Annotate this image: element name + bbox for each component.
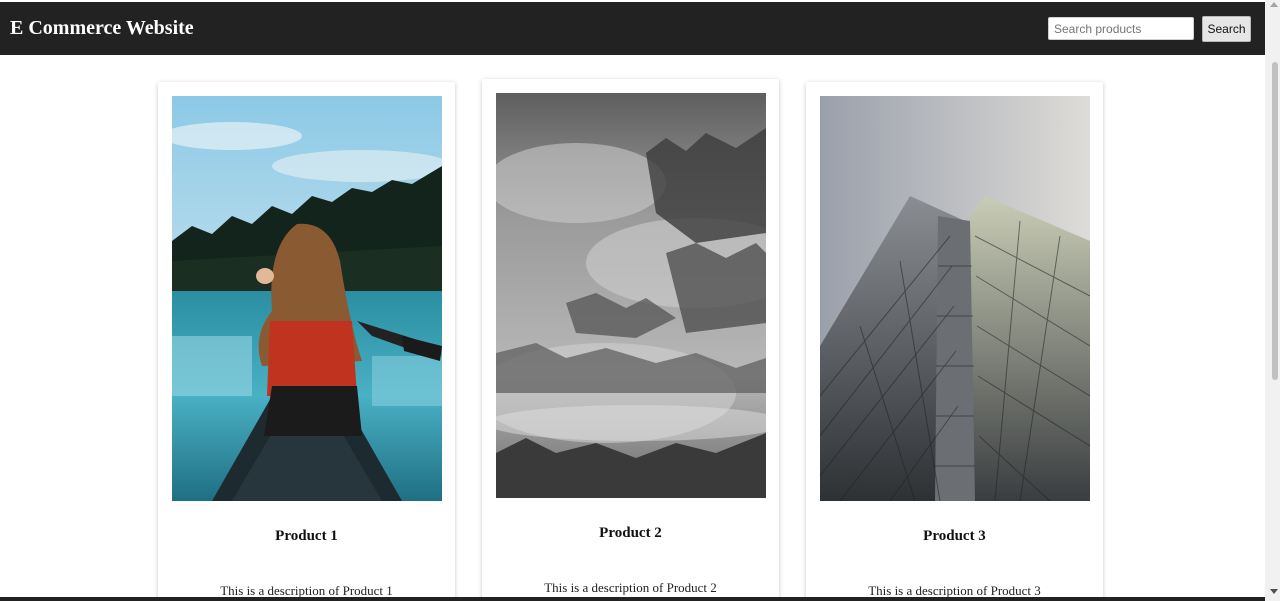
canoe-lake-image xyxy=(172,96,442,501)
scroll-up-arrow-icon[interactable] xyxy=(1270,2,1278,7)
page: E Commerce Website Search products Searc… xyxy=(0,0,1280,601)
site-title: E Commerce Website xyxy=(10,17,194,39)
scrollbar-thumb[interactable] xyxy=(1272,62,1278,380)
search-button[interactable]: Search xyxy=(1202,16,1251,42)
product-description-2: This is a description of Product 2 xyxy=(544,580,717,595)
product-card-1[interactable]: Product 1 This is a description of Produ… xyxy=(158,82,455,601)
bottom-border xyxy=(0,597,1265,601)
misty-forest-image xyxy=(496,93,766,498)
search-input[interactable] xyxy=(1048,17,1194,40)
product-image-1[interactable] xyxy=(172,96,442,501)
product-image-2[interactable] xyxy=(496,93,766,498)
scroll-down-arrow-icon[interactable] xyxy=(1270,589,1278,594)
site-header: E Commerce Website Search xyxy=(0,2,1265,55)
product-title-1[interactable]: Product 1 xyxy=(158,528,455,545)
product-card-2[interactable]: Product 2 This is a description of Produ… xyxy=(482,79,779,601)
skyscraper-image xyxy=(820,96,1090,501)
product-image-3[interactable] xyxy=(820,96,1090,501)
product-title-2[interactable]: Product 2 xyxy=(482,525,779,542)
product-card-3[interactable]: Product 3 This is a description of Produ… xyxy=(806,82,1103,601)
product-title-3[interactable]: Product 3 xyxy=(806,528,1103,545)
